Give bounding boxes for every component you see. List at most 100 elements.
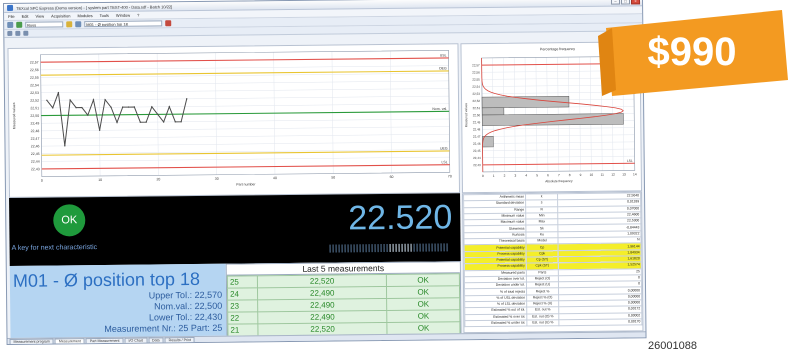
hist-x-tick-label: 3 [514,174,516,178]
run-x-tick-label: 50 [331,176,335,180]
window-title: TEXcol SPC Express (Demo version) - [ sy… [16,3,173,11]
warning-icon[interactable] [66,21,73,28]
hist-y-tick-label: 22,50 [473,113,481,117]
print-icon[interactable] [15,30,21,36]
hist-y-tick-label: 22,52 [473,99,481,103]
measurement-nr: 23 [227,299,258,313]
run-reference-label: LSL [441,160,447,164]
run-y-tick-label: 22,50 [30,114,39,118]
nominal-value: Nom.val.: 22,500 [154,300,223,312]
menu-modules[interactable]: Modules [77,13,92,18]
run-reference-label: UEG [440,147,448,151]
tab-part-measurement[interactable]: Part Measurement [85,337,124,345]
run-reference-line [40,70,449,76]
run-y-tick-label: 22,49 [30,121,39,125]
hist-x-tick-label: 11 [601,173,605,177]
hist-y-tick-label: 22,51 [473,106,481,110]
run-y-tick-label: 22,46 [31,144,40,148]
position-bar-tick [437,243,439,252]
menu-help[interactable]: ? [137,13,139,18]
tab-data[interactable]: Data [148,337,164,344]
close-icon[interactable]: × [630,0,641,5]
menu-view[interactable]: View [35,14,44,19]
run-x-tick-label: 20 [156,177,160,181]
run-gridline-y [40,80,449,86]
ok-status-indicator: OK [53,204,86,237]
position-bar-tick [341,244,343,253]
position-bar-tick [359,244,361,253]
position-bar-tick [383,244,385,253]
run-y-tick-label: 22,43 [31,167,40,171]
hist-x-tick-label: 12 [611,173,615,177]
hist-x-tick-label: 13 [622,172,626,176]
run-y-tick-label: 22,54 [30,83,39,87]
statistics-table: Arithmetic mean x̄ 22,5040 Standard deviati… [463,192,642,327]
statistics-label: Estimated % under tol. [464,319,527,327]
run-reference-line [41,164,450,170]
position-bar-tick [407,243,409,252]
run-x-tick-label: 0 [41,179,43,183]
characteristic-select[interactable]: M01 - Ø position top 18 [84,20,163,28]
position-bar-tick [398,243,400,252]
position-bar-tick [368,244,370,253]
tab-measurement[interactable]: Measurement [54,338,85,345]
hist-y-tick-label: 22,47 [473,135,481,139]
tab-io-chart[interactable]: I/O Chart [124,337,148,344]
run-y-tick-label: 22,45 [31,152,40,156]
menu-edit[interactable]: Edit [22,14,29,19]
tab-results-print[interactable]: Results / Print [164,337,196,344]
screenshot-stage: TEXcol SPC Express (Demo version) - [ sy… [0,0,796,351]
save-icon[interactable] [75,21,82,28]
user-field[interactable]: Boss [25,21,64,28]
settings-icon[interactable] [23,30,29,36]
hist-x-tick-label: 10 [590,173,594,177]
run-chart-panel: 22,43 22,44 22,45 22,46 22,47 22,48 22,49 22,50… [7,43,461,198]
run-x-tick-label: 60 [390,175,394,179]
run-gridline-y [40,65,449,71]
run-y-tick-label: 22,53 [30,91,39,95]
menu-tools[interactable]: Tools [100,13,109,18]
hist-x-tick-label: 4 [525,174,527,178]
stop-icon[interactable] [165,20,172,27]
open-icon[interactable] [7,21,14,28]
run-x-tick-label: 30 [215,177,219,181]
run-y-tick-label: 22,57 [30,60,39,64]
position-bar-tick [431,243,433,252]
menu-window[interactable]: Window [116,13,130,18]
measurement-number: Measurement Nr.: 25 Part: 25 [104,322,223,334]
position-bar-tick [428,243,430,252]
statistics-sym: Est. out (U) % [526,319,559,327]
run-gridline-y [41,103,450,109]
hist-y-tick-label: 22,54 [472,85,480,89]
maximize-icon[interactable]: □ [620,0,631,5]
hist-x-tick-label: 9 [580,173,582,177]
position-bar-tick [362,244,364,253]
zoom-icon[interactable] [7,30,13,36]
measurement-status: OK [386,285,460,299]
start-icon[interactable] [16,21,23,28]
run-y-tick-label: 22,44 [31,160,40,164]
measurement-nr: 25 [227,275,258,289]
position-bar-tick [419,243,421,252]
hist-y-tick-label: 22,44 [473,156,481,160]
menu-file[interactable]: File [8,14,15,19]
run-y-tick-label: 22,55 [30,76,39,80]
position-bar-tick [413,243,415,252]
run-gridline-y [41,133,450,139]
hist-y-tick-label: 22,53 [472,92,480,96]
position-bar-tick [389,243,391,252]
hist-x-tick-label: 6 [547,173,549,177]
run-gridline-y [41,156,450,162]
minimize-icon[interactable]: – [610,0,621,5]
tab-measurement-program[interactable]: Measurement program [9,338,54,345]
hist-y-tick-label: 22,57 [472,63,480,67]
price-label: $990 [647,30,737,74]
hist-y-axis-label: Measured values [464,103,468,128]
reference-number: 26001088 [648,340,697,351]
hist-y-tick-label: 22,56 [472,70,480,74]
run-reference-label: USL [440,53,447,57]
menu-acquisition[interactable]: Acquisition [51,13,70,18]
measurement-status: OK [386,297,460,311]
tolerance-position-bar [329,243,450,253]
position-bar-tick [377,244,379,253]
